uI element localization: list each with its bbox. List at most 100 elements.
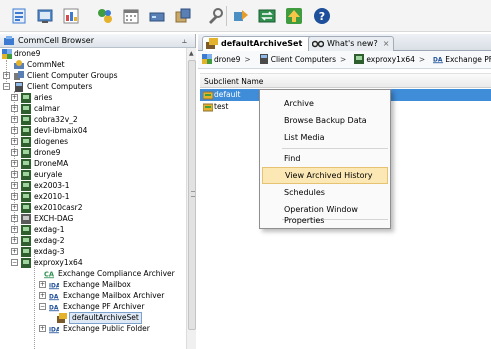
client-icon bbox=[21, 236, 31, 246]
expand-icon[interactable]: + bbox=[11, 215, 18, 222]
mailbox-archiver-icon: DA bbox=[49, 295, 59, 301]
breadcrumb-separator: > bbox=[340, 55, 347, 64]
client-icon bbox=[21, 104, 31, 114]
breadcrumb-separator: > bbox=[418, 55, 426, 64]
expand-icon[interactable]: + bbox=[11, 94, 18, 101]
menu-item-properties[interactable]: Properties bbox=[262, 212, 388, 229]
breadcrumb: drone9 > Client Computers > exproxy1x64 > DA Ex… bbox=[198, 51, 491, 69]
expand-icon[interactable]: + bbox=[11, 160, 18, 167]
client-computers-icon bbox=[259, 54, 268, 64]
help-icon[interactable]: ? bbox=[313, 7, 331, 25]
pf-archiver-icon: DA bbox=[49, 306, 59, 312]
tab-default-archive-set[interactable]: defaultArchiveSet× bbox=[202, 36, 319, 51]
reports-icon[interactable] bbox=[62, 7, 80, 25]
column-header-subclient-name[interactable]: Subclient Name bbox=[200, 73, 491, 88]
close-tab-icon[interactable]: × bbox=[383, 39, 390, 48]
tab-label: defaultArchiveSet bbox=[221, 39, 303, 48]
menu-item-archive[interactable]: Archive bbox=[262, 95, 388, 112]
expand-icon[interactable]: + bbox=[3, 72, 10, 79]
up-arrow-icon[interactable] bbox=[285, 7, 303, 25]
collapse-icon[interactable]: − bbox=[11, 259, 18, 266]
collapse-icon[interactable]: − bbox=[39, 303, 46, 310]
archive-set-icon bbox=[206, 38, 218, 49]
client-icon bbox=[21, 258, 31, 268]
inventory-icon[interactable] bbox=[174, 7, 192, 25]
archive-set-icon bbox=[57, 313, 67, 323]
console-icon[interactable] bbox=[36, 7, 54, 25]
scrollbar-thumb[interactable] bbox=[188, 60, 196, 330]
expand-icon[interactable]: + bbox=[11, 105, 18, 112]
client-icon bbox=[21, 170, 31, 180]
expand-icon[interactable]: + bbox=[11, 182, 18, 189]
tools-icon[interactable] bbox=[206, 7, 224, 25]
context-menu: Archive Browse Backup Data List Media Fi… bbox=[259, 89, 391, 229]
expand-icon[interactable]: + bbox=[11, 204, 18, 211]
breadcrumb-separator: > bbox=[244, 55, 251, 64]
client-icon bbox=[21, 203, 31, 213]
tab-label: What's new? bbox=[327, 39, 378, 48]
tab-whats-new[interactable]: What's new? × bbox=[308, 36, 395, 51]
menu-item-list-media[interactable]: List Media bbox=[262, 129, 388, 146]
public-folder-icon: iDA bbox=[49, 328, 59, 334]
main-toolbar: ? bbox=[0, 0, 491, 32]
breadcrumb-item[interactable]: Exchange PF A bbox=[445, 55, 491, 64]
pin-icon[interactable]: ⫠ bbox=[182, 35, 187, 48]
table-cell: default bbox=[214, 90, 241, 99]
storage-icon[interactable] bbox=[96, 7, 114, 25]
backup-job-icon[interactable] bbox=[10, 7, 28, 25]
pf-archiver-icon: DA bbox=[433, 58, 444, 64]
expand-icon[interactable]: + bbox=[11, 149, 18, 156]
commcell-browser-pane: CommCell Browser ⫠ drone9 CommNet + Clie… bbox=[0, 34, 196, 349]
switch-icon[interactable] bbox=[258, 7, 276, 25]
menu-item-browse-backup-data[interactable]: Browse Backup Data bbox=[262, 112, 388, 129]
compliance-archiver-icon: CA bbox=[44, 271, 54, 279]
client-icon bbox=[21, 93, 31, 103]
collapse-icon[interactable]: − bbox=[3, 83, 10, 90]
client-icon bbox=[21, 148, 31, 158]
exchange-mailbox-icon: iDA bbox=[49, 284, 59, 290]
drive-icon[interactable] bbox=[148, 7, 166, 25]
scroll-up-icon[interactable]: ▲ bbox=[189, 50, 194, 57]
client-icon bbox=[21, 192, 31, 202]
client-group-icon bbox=[14, 71, 24, 80]
toolbar-separator bbox=[226, 6, 227, 26]
expand-icon[interactable]: + bbox=[11, 226, 18, 233]
expand-icon[interactable]: + bbox=[11, 248, 18, 255]
commserve-icon bbox=[2, 49, 12, 59]
menu-item-view-archived-history[interactable]: View Archived History bbox=[262, 167, 388, 184]
client-icon bbox=[21, 137, 31, 147]
breadcrumb-item[interactable]: drone9 bbox=[214, 55, 240, 64]
expand-icon[interactable]: + bbox=[39, 281, 46, 288]
expand-icon[interactable]: + bbox=[39, 292, 46, 299]
client-icon bbox=[21, 181, 31, 191]
menu-item-find[interactable]: Find bbox=[262, 150, 388, 167]
menu-item-schedules[interactable]: Schedules bbox=[262, 184, 388, 201]
subclient-icon bbox=[203, 91, 213, 100]
expand-icon[interactable]: + bbox=[11, 116, 18, 123]
commserve-icon bbox=[202, 54, 212, 64]
commcell-browser-title: CommCell Browser bbox=[18, 36, 94, 45]
breadcrumb-item[interactable]: exproxy1x64 bbox=[366, 55, 415, 64]
tree-scrollbar[interactable]: ▲ bbox=[186, 48, 196, 349]
subclient-icon bbox=[203, 103, 213, 112]
client-icon bbox=[21, 159, 31, 169]
expand-icon[interactable]: + bbox=[11, 237, 18, 244]
expand-icon[interactable]: + bbox=[11, 127, 18, 134]
client-icon bbox=[21, 115, 31, 125]
expand-icon[interactable]: + bbox=[11, 193, 18, 200]
expand-icon[interactable]: + bbox=[39, 325, 46, 332]
expand-icon[interactable]: + bbox=[11, 138, 18, 145]
svg-text:?: ? bbox=[319, 10, 325, 23]
client-icon bbox=[354, 54, 365, 64]
glasses-icon bbox=[312, 40, 324, 48]
scrollbar-grip bbox=[191, 191, 195, 197]
commcell-tree: drone9 CommNet + Client Computer Groups … bbox=[0, 48, 186, 349]
expand-icon[interactable]: + bbox=[11, 171, 18, 178]
workflow-icon[interactable] bbox=[232, 7, 250, 25]
client-icon bbox=[21, 225, 31, 235]
client-computers-icon bbox=[15, 82, 23, 92]
calendar-icon[interactable] bbox=[122, 7, 140, 25]
tree-node-label: Exchange Public Folder bbox=[63, 324, 150, 333]
breadcrumb-item[interactable]: Client Computers bbox=[271, 55, 336, 64]
tab-bar: defaultArchiveSet× What's new? × bbox=[198, 34, 491, 51]
